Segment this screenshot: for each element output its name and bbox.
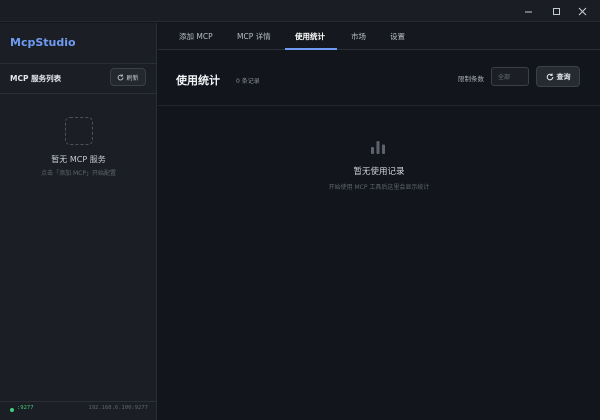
close-icon <box>578 7 586 15</box>
empty-server-title: 暂无 MCP 服务 <box>51 155 106 164</box>
close-button[interactable] <box>568 0 596 22</box>
title-bar <box>0 0 600 22</box>
refresh-icon <box>546 72 553 80</box>
app-brand: McpStudio <box>10 36 76 49</box>
tab-mcp-detail[interactable]: MCP 详情 <box>237 23 271 50</box>
refresh-label: 刷新 <box>126 74 139 82</box>
minimize-icon <box>524 11 532 12</box>
bar-chart-icon <box>371 141 385 154</box>
tab-market[interactable]: 市场 <box>351 23 366 50</box>
empty-server-hint: 点击「添加 MCP」开始配置 <box>41 170 116 177</box>
status-port: :9277 <box>17 405 34 411</box>
divider <box>0 93 157 94</box>
status-indicator-icon <box>10 408 14 412</box>
refresh-button[interactable]: 刷新 <box>110 68 146 86</box>
tab-settings[interactable]: 设置 <box>390 23 405 50</box>
maximize-icon <box>552 7 560 15</box>
sidebar: McpStudio MCP 服务列表 刷新 暂无 MCP 服务 点击「添加 MC… <box>0 23 157 420</box>
page-title: 使用统计 <box>176 74 220 87</box>
query-label: 查询 <box>556 72 571 81</box>
refresh-icon <box>118 73 124 80</box>
limit-label: 限制条数 <box>458 75 484 83</box>
tab-add-mcp[interactable]: 添加 MCP <box>179 23 213 50</box>
maximize-button[interactable] <box>542 0 570 22</box>
query-button[interactable]: 查询 <box>536 66 580 87</box>
divider <box>158 105 600 106</box>
server-list-title: MCP 服务列表 <box>10 74 62 83</box>
divider <box>0 63 157 64</box>
tab-bar: 添加 MCP MCP 详情 使用统计 市场 设置 <box>158 23 600 50</box>
divider <box>0 401 157 402</box>
main-panel: 使用统计 0 条记录 限制条数 全部 查询 暂无使用记录 开始使用 MCP 工具… <box>158 51 600 420</box>
active-tab-indicator <box>285 48 337 50</box>
status-address: 192.168.6.100:9277 <box>88 405 148 411</box>
limit-select[interactable]: 全部 <box>491 67 529 86</box>
record-count: 0 条记录 <box>236 78 260 85</box>
tab-usage-stats[interactable]: 使用统计 <box>295 23 325 50</box>
dashed-box-icon <box>65 117 93 145</box>
empty-usage-title: 暂无使用记录 <box>353 167 405 177</box>
minimize-button[interactable] <box>514 0 542 22</box>
empty-usage-hint: 开始使用 MCP 工具后这里会显示统计 <box>328 184 430 191</box>
